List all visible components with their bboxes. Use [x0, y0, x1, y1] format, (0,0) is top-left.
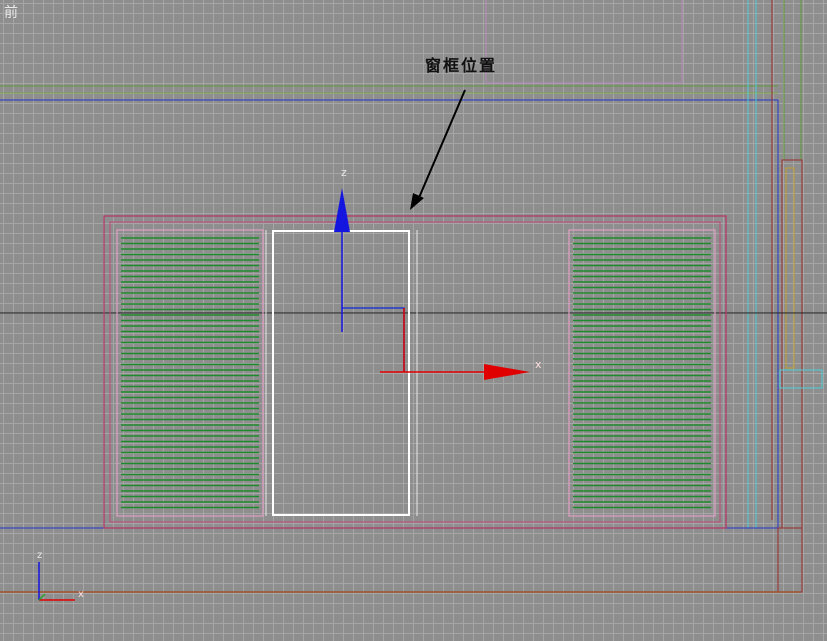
- move-gizmo[interactable]: z x: [334, 166, 542, 380]
- selected-panel[interactable]: [272, 230, 410, 516]
- gizmo-plane-xz[interactable]: [342, 307, 405, 372]
- louvers-left: [121, 237, 259, 509]
- door-frame-inner: [785, 167, 795, 369]
- gizmo-x-label: x: [535, 358, 542, 371]
- annotation-arrow: [410, 89, 466, 210]
- upper-panel: [485, 0, 683, 84]
- sash-left: [116, 229, 264, 517]
- gizmo-z-arrow[interactable]: [334, 188, 350, 232]
- louvers-right: [573, 237, 711, 509]
- scene-geometry: [0, 0, 827, 593]
- gizmo-x-arrow[interactable]: [484, 364, 530, 380]
- front-viewport[interactable]: z x z x 前 窗框位置: [0, 0, 827, 641]
- sash-right: [568, 229, 716, 517]
- floor-corner: [777, 527, 803, 593]
- cyan-block: [779, 369, 823, 389]
- tripod-x-label: x: [78, 589, 84, 600]
- viewport-label[interactable]: 前: [4, 2, 18, 22]
- annotation-text: 窗框位置: [425, 56, 498, 75]
- gizmo-z-label: z: [341, 166, 347, 179]
- door-frame-side: [781, 159, 803, 529]
- scene-canvas: z x z x: [0, 0, 827, 601]
- tripod-y-axis: [38, 593, 46, 601]
- tripod-z-label: z: [37, 550, 42, 561]
